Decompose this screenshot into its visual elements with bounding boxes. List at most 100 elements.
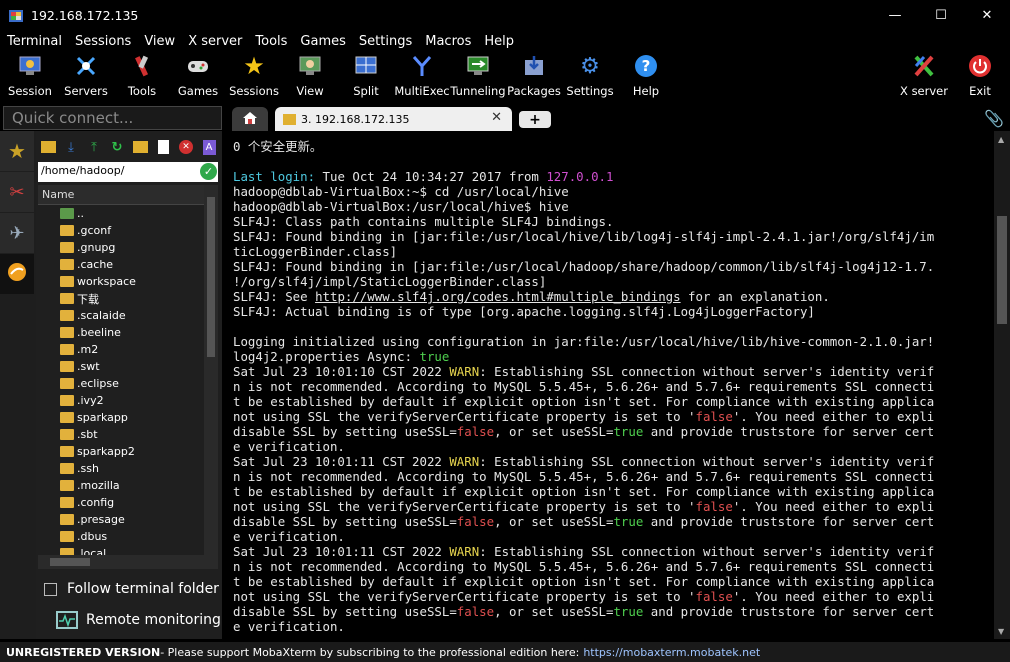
menu-settings[interactable]: Settings [352, 34, 418, 49]
tunneling-button[interactable]: Tunneling [450, 51, 506, 101]
list-item[interactable]: .presage [38, 511, 204, 528]
download-button[interactable]: ⤓ [61, 137, 81, 157]
new-tab-button[interactable]: + [519, 111, 551, 128]
menu-help[interactable]: Help [477, 34, 520, 49]
terminal-line: log4j2.properties Async: true [233, 349, 450, 364]
gamepad-icon [186, 54, 210, 78]
sidebar-tab-tools[interactable]: ✂ [0, 172, 34, 212]
new-file-button[interactable] [153, 137, 173, 157]
upload-button[interactable]: ⤒ [84, 137, 104, 157]
servers-button[interactable]: Servers [58, 51, 114, 101]
xserver-button[interactable]: X server [896, 51, 952, 101]
paperclip-icon[interactable]: 📎 [984, 109, 1004, 128]
scrollbar-thumb[interactable] [997, 216, 1007, 324]
delete-button[interactable]: ✕ [176, 137, 196, 157]
follow-terminal-folder-checkbox[interactable]: Follow terminal folder [44, 581, 219, 597]
list-item[interactable]: .. [38, 205, 204, 222]
terminal-line: Logging initialized using configuration … [233, 334, 935, 349]
terminal-link[interactable]: http://www.slf4j.org/codes.html#multiple… [315, 289, 681, 304]
path-input[interactable]: /home/hadoop/ ✓ [38, 162, 218, 182]
checkbox[interactable] [44, 582, 57, 596]
scrollbar-thumb[interactable] [50, 558, 90, 566]
scroll-up-icon[interactable]: ▲ [998, 135, 1004, 144]
terminal-line: t be established by default if explicit … [233, 574, 935, 589]
new-folder-button[interactable] [130, 137, 150, 157]
list-item[interactable]: .sbt [38, 426, 204, 443]
menu-terminal[interactable]: Terminal [0, 34, 68, 49]
terminal-line: not using SSL the verifyServerCertificat… [233, 589, 935, 604]
tab-session[interactable]: 3. 192.168.172.135 ✕ [275, 107, 512, 131]
split-button[interactable]: Split [338, 51, 394, 101]
maximize-button[interactable]: ☐ [918, 0, 964, 31]
list-item[interactable]: .gconf [38, 222, 204, 239]
list-item[interactable]: .cache [38, 256, 204, 273]
sidebar-tab-sessions[interactable]: ★ [0, 131, 34, 171]
folder-icon [60, 259, 74, 270]
mobaxterm-link[interactable]: https://mobaxterm.mobatek.net [583, 646, 760, 659]
folder-icon [60, 395, 74, 406]
quick-connect-input[interactable]: Quick connect... [3, 106, 222, 130]
menu-tools[interactable]: Tools [248, 34, 293, 49]
column-header-name[interactable]: Name [38, 185, 204, 205]
terminal-line: disable SSL by setting useSSL=false, or … [233, 424, 935, 439]
menu-macros[interactable]: Macros [418, 34, 477, 49]
packages-button[interactable]: Packages [506, 51, 562, 101]
exit-button[interactable]: Exit [952, 51, 1008, 101]
list-item[interactable]: .m2 [38, 341, 204, 358]
session-button[interactable]: Session [2, 51, 58, 101]
view-button[interactable]: View [282, 51, 338, 101]
sidebar-tab-macros[interactable]: ✈ [0, 213, 34, 253]
terminal-output[interactable]: 0 个安全更新。 Last login: Tue Oct 24 10:34:27… [228, 131, 994, 639]
session-icon [18, 54, 42, 78]
tools-button[interactable]: Tools [114, 51, 170, 101]
sftp-toolbar: ⤓ ⤒ ↻ ✕ A [38, 137, 219, 159]
folder-icon [60, 361, 74, 372]
file-list-hscrollbar[interactable] [38, 555, 218, 569]
menu-view[interactable]: View [137, 34, 181, 49]
menu-xserver[interactable]: X server [181, 34, 248, 49]
terminal-line: Last login: Tue Oct 24 10:34:27 2017 fro… [233, 169, 614, 184]
rename-button[interactable]: A [199, 137, 219, 157]
help-button[interactable]: ? Help [618, 51, 674, 101]
scrollbar-thumb[interactable] [207, 197, 215, 357]
list-item[interactable]: .dbus [38, 528, 204, 545]
list-item[interactable]: workspace [38, 273, 204, 290]
games-button[interactable]: Games [170, 51, 226, 101]
sessions-button[interactable]: ★ Sessions [226, 51, 282, 101]
list-item[interactable]: .local [38, 545, 204, 555]
terminal-line: disable SSL by setting useSSL=false, or … [233, 514, 935, 529]
home-tab[interactable] [232, 107, 268, 131]
multiexec-button[interactable]: MultiExec [394, 51, 450, 101]
list-item[interactable]: .ivy2 [38, 392, 204, 409]
minimize-button[interactable]: — [872, 0, 918, 31]
folder-icon [60, 327, 74, 338]
remote-monitoring-button[interactable]: Remote monitoring [56, 611, 221, 629]
terminal-line: SLF4J: See http://www.slf4j.org/codes.ht… [233, 289, 830, 304]
menu-sessions[interactable]: Sessions [68, 34, 137, 49]
settings-button[interactable]: ⚙ Settings [562, 51, 618, 101]
terminal-scrollbar[interactable]: ▲ ▼ [994, 131, 1010, 639]
terminal-line: hadoop@dblab-VirtualBox:/usr/local/hive$… [233, 199, 569, 214]
terminal-line: e verification. [233, 529, 345, 544]
refresh-button[interactable]: ↻ [107, 137, 127, 157]
list-item[interactable]: .ssh [38, 460, 204, 477]
file-list-scrollbar[interactable] [204, 185, 218, 555]
list-item[interactable]: .mozilla [38, 477, 204, 494]
list-item[interactable]: .gnupg [38, 239, 204, 256]
sidebar-tab-sftp[interactable] [0, 254, 34, 294]
list-item[interactable]: .eclipse [38, 375, 204, 392]
list-item[interactable]: sparkapp [38, 409, 204, 426]
list-item[interactable]: .beeline [38, 324, 204, 341]
scroll-down-icon[interactable]: ▼ [998, 627, 1004, 636]
list-item[interactable]: 下载 [38, 290, 204, 307]
folder-icon [60, 310, 74, 321]
menu-games[interactable]: Games [293, 34, 351, 49]
close-button[interactable]: ✕ [964, 0, 1010, 31]
list-item[interactable]: .scalaide [38, 307, 204, 324]
list-item[interactable]: .config [38, 494, 204, 511]
close-tab-icon[interactable]: ✕ [491, 110, 502, 125]
path-ok-icon[interactable]: ✓ [200, 163, 217, 180]
list-item[interactable]: sparkapp2 [38, 443, 204, 460]
list-item[interactable]: .swt [38, 358, 204, 375]
parent-folder-button[interactable] [38, 137, 58, 157]
